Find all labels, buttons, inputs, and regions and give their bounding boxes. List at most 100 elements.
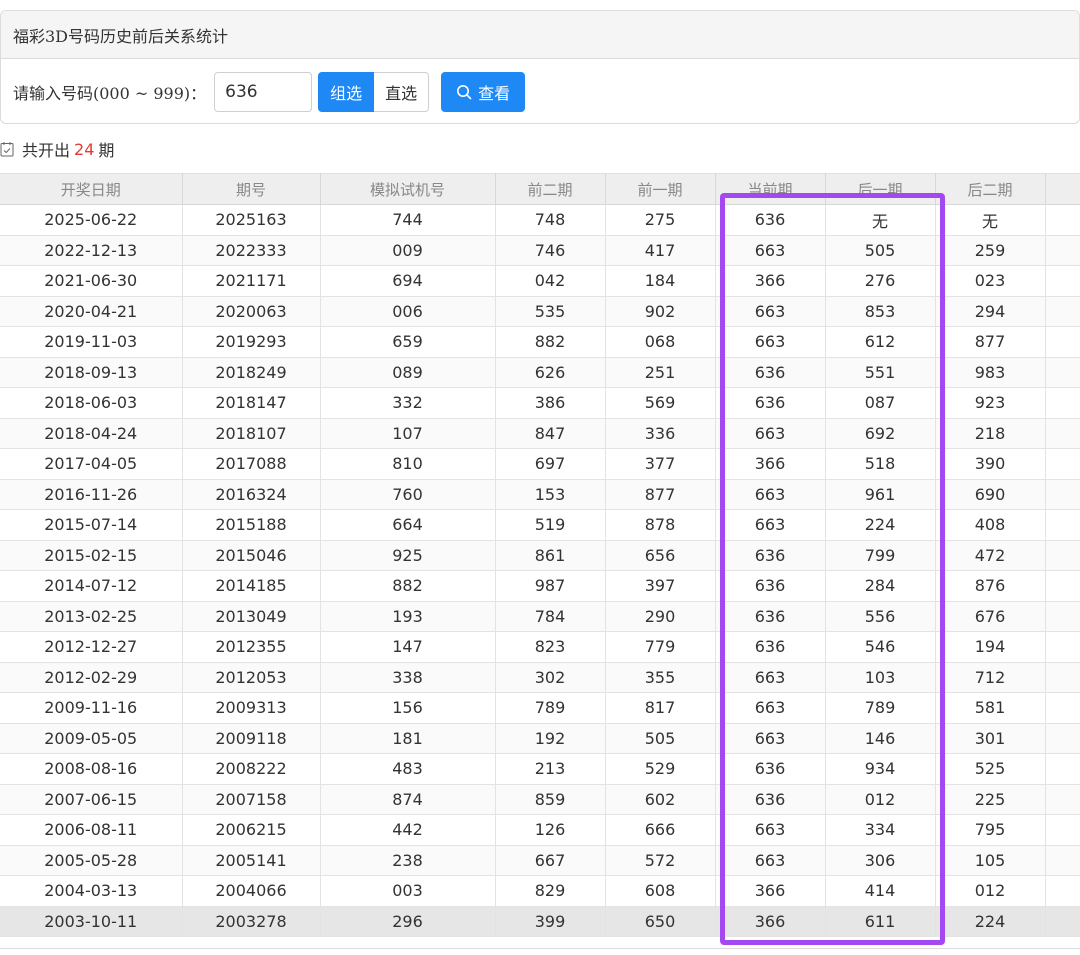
group-select-button[interactable]: 组选 [318,72,375,112]
table-cell: 2003-10-11 [0,906,183,937]
table-row[interactable]: 2013-02-25 2013049 193 784 290 636 556 676 [0,601,1080,632]
table-cell: 2006-08-11 [0,814,183,846]
page-title: 福彩3D号码历史前后关系统计 [1,11,1079,59]
table-cell: 012 [825,784,936,815]
table-row[interactable]: 2018-06-03 2018147 332 386 569 636 087 923 [0,387,1080,419]
search-icon [457,85,472,100]
table-cell: 2003278 [182,906,321,937]
table-cell: 2008222 [182,753,321,785]
table-row[interactable]: 2015-02-15 2015046 925 861 656 636 799 472 [0,540,1080,571]
table-cell: 2012053 [182,662,321,693]
table-cell: 663 [715,326,826,358]
table-row[interactable]: 2009-11-16 2009313 156 789 817 663 789 581 [0,692,1080,724]
table-cell: 663 [715,509,826,541]
table-cell: 399 [495,906,606,937]
table-cell: 2009118 [182,723,321,754]
table-cell: 505 [605,723,716,754]
table-row[interactable]: 2006-08-11 2006215 442 126 666 663 334 795 [0,814,1080,846]
table-row[interactable]: 2003-10-11 2003278 296 399 650 366 611 224 [0,906,1080,937]
table-cell: 859 [495,784,606,815]
table-row[interactable]: 2012-02-29 2012053 338 302 355 663 103 712 [0,662,1080,693]
table-cell: 608 [605,875,716,907]
table-cell: 663 [715,662,826,693]
table-cell-empty [1045,662,1080,693]
table-cell: 535 [495,296,606,327]
table-cell: 789 [495,692,606,724]
table-row[interactable]: 2021-06-30 2021171 694 042 184 366 276 023 [0,265,1080,297]
column-header: 前一期 [605,173,716,205]
table-cell: 238 [320,845,496,876]
table-cell-empty [1045,784,1080,815]
table-cell-empty [1045,845,1080,876]
table-cell: 224 [825,509,936,541]
table-row[interactable]: 2004-03-13 2004066 003 829 608 366 414 012 [0,875,1080,907]
table-cell: 789 [825,692,936,724]
search-button[interactable]: 查看 [441,72,526,112]
table-cell: 068 [605,326,716,358]
table-row[interactable]: 2017-04-05 2017088 810 697 377 366 518 390 [0,448,1080,480]
column-header [1045,173,1080,205]
table-cell-empty [1045,326,1080,358]
table-row[interactable]: 2019-11-03 2019293 659 882 068 663 612 877 [0,326,1080,358]
table-cell: 923 [935,387,1046,419]
table-cell: 089 [320,357,496,388]
table-cell: 2018249 [182,357,321,388]
summary-count: 24 [74,139,95,159]
table-cell: 192 [495,723,606,754]
table-cell: 2012-02-29 [0,662,183,693]
table-cell: 2015-07-14 [0,509,183,541]
table-cell: 2020063 [182,296,321,327]
table-cell: 301 [935,723,1046,754]
table-cell: 156 [320,692,496,724]
table-cell: 2015-02-15 [0,540,183,571]
table-cell: 659 [320,326,496,358]
table-cell: 2013049 [182,601,321,632]
table-row[interactable]: 2025-06-22 2025163 744 748 275 636 无无 [0,204,1080,236]
table-cell: 656 [605,540,716,571]
table-row[interactable]: 2008-08-16 2008222 483 213 529 636 934 525 [0,753,1080,785]
table-row[interactable]: 2014-07-12 2014185 882 987 397 636 284 876 [0,570,1080,602]
table-cell: 2019-11-03 [0,326,183,358]
column-header: 开奖日期 [0,173,183,205]
table-cell-empty [1045,235,1080,266]
table-cell: 861 [495,540,606,571]
table-cell: 无 [825,204,936,236]
table-cell: 692 [825,418,936,449]
table-row[interactable]: 2022-12-13 2022333 009 746 417 663 505 259 [0,235,1080,266]
table-cell: 877 [935,326,1046,358]
table-row[interactable]: 2018-04-24 2018107 107 847 336 663 692 218 [0,418,1080,449]
table-row[interactable]: 2012-12-27 2012355 147 823 779 636 546 194 [0,631,1080,663]
table-cell: 006 [320,296,496,327]
table-row[interactable]: 2020-04-21 2020063 006 535 902 663 853 294 [0,296,1080,327]
table-cell: 2014185 [182,570,321,602]
table-cell: 882 [320,570,496,602]
table-cell: 334 [825,814,936,846]
table-cell: 472 [935,540,1046,571]
table-row[interactable]: 2016-11-26 2016324 760 153 877 663 961 690 [0,479,1080,510]
table-cell-empty [1045,753,1080,785]
table-cell: 332 [320,387,496,419]
table-row[interactable]: 2009-05-05 2009118 181 192 505 663 146 301 [0,723,1080,754]
table-cell: 876 [935,570,1046,602]
table-cell: 551 [825,357,936,388]
number-input[interactable] [214,72,313,112]
table-cell-empty [1045,448,1080,480]
table-cell: 2020-04-21 [0,296,183,327]
table-row[interactable]: 2018-09-13 2018249 089 626 251 636 551 983 [0,357,1080,388]
table-cell: 810 [320,448,496,480]
table-cell: 569 [605,387,716,419]
table-cell: 2016-11-26 [0,479,183,510]
table-row[interactable]: 2015-07-14 2015188 664 519 878 663 224 408 [0,509,1080,541]
table-cell: 003 [320,875,496,907]
direct-select-button[interactable]: 直选 [374,72,430,112]
table-row[interactable]: 2007-06-15 2007158 874 859 602 636 012 225 [0,784,1080,815]
table-cell: 529 [605,753,716,785]
table-row[interactable]: 2005-05-28 2005141 238 667 572 663 306 105 [0,845,1080,876]
table-cell: 2009-11-16 [0,692,183,724]
table-cell: 417 [605,235,716,266]
table-cell: 483 [320,753,496,785]
table-cell: 829 [495,875,606,907]
table-cell: 697 [495,448,606,480]
results-table-container: 开奖日期 期号 模拟试机号 前二期 前一期 当前期 后一期 后二期 2025-06-22 202… [0,173,1080,937]
table-cell: 442 [320,814,496,846]
